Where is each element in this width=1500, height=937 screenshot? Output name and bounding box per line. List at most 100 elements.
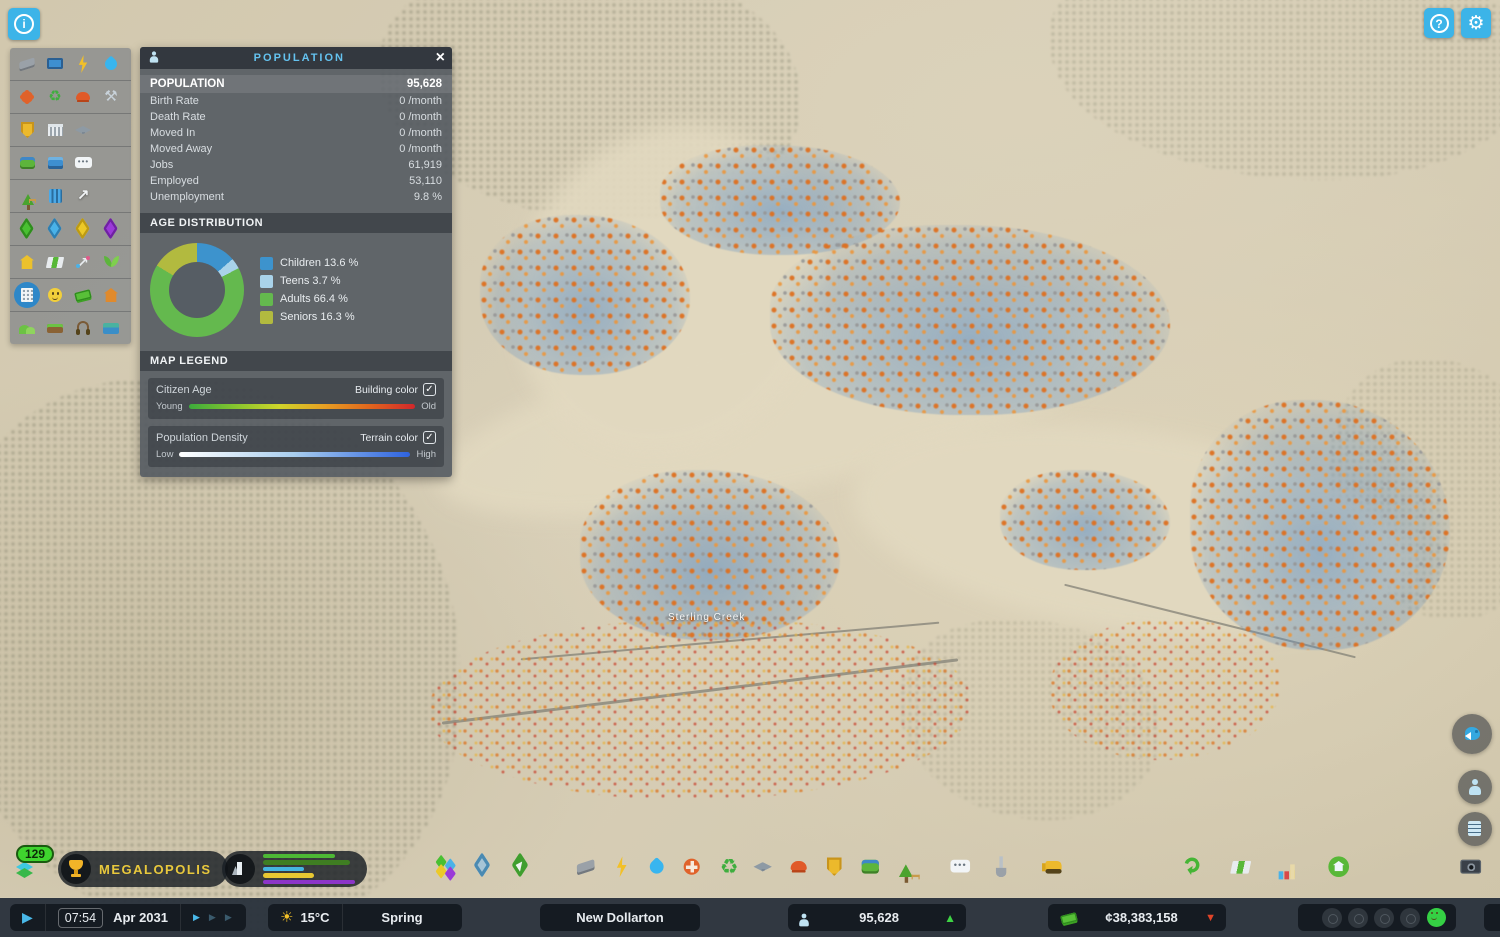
infoview-maintenance[interactable]: ⚒: [97, 85, 125, 109]
population-pill[interactable]: 95,628 ▲: [788, 904, 966, 931]
temperature-value: 15°C: [300, 910, 330, 925]
simulation-speed-button[interactable]: ▶ ▶ ▶: [179, 904, 246, 931]
chirper-button[interactable]: [1452, 714, 1492, 754]
infoview-noise[interactable]: [69, 316, 97, 340]
help-icon: ?: [1429, 13, 1449, 33]
tourism-icon: [44, 251, 66, 273]
population-density-label: Population Density: [156, 431, 248, 444]
infoview-terrain[interactable]: [13, 316, 41, 340]
toolbar-progression-button[interactable]: [1227, 853, 1259, 885]
xp-level-badge[interactable]: 129: [16, 845, 55, 863]
levels-icon: [44, 185, 66, 207]
infoview-education[interactable]: [69, 118, 97, 142]
infoview-population[interactable]: [13, 282, 41, 308]
infoview-police[interactable]: [13, 118, 41, 142]
money-icon: [72, 284, 94, 306]
infoview-residential-zone[interactable]: [13, 217, 41, 241]
shovel-icon: [989, 854, 1019, 884]
infoview-post[interactable]: [41, 151, 69, 175]
play-pause-button[interactable]: ▶: [10, 904, 45, 931]
toolbar-communications-button[interactable]: •••: [946, 853, 978, 885]
infoview-roads[interactable]: [13, 52, 41, 76]
demand-bar-dark-green: [263, 860, 351, 865]
camera-icon: [1458, 854, 1488, 884]
zoning-demand-pill[interactable]: [222, 851, 367, 887]
time-date-display: 07:54 Apr 2031: [44, 904, 180, 931]
infoview-water-pollution[interactable]: [97, 316, 125, 340]
season-value: Spring: [381, 910, 423, 925]
status-bar: ▶ 07:54 Apr 2031 ▶ ▶ ▶ ☀ 15°C Spring New D…: [0, 898, 1500, 937]
toolbar-areas-button[interactable]: [470, 852, 502, 885]
infoview-economy-chart[interactable]: [69, 250, 97, 274]
transportation-icon: [16, 152, 38, 174]
infoview-garbage[interactable]: ♻: [41, 85, 69, 109]
infoview-healthcare[interactable]: [13, 85, 41, 109]
infoview-fertility[interactable]: [41, 316, 69, 340]
infoview-money[interactable]: [69, 283, 97, 307]
toolbar-electricity-button[interactable]: [608, 853, 640, 885]
milestone-pill[interactable]: MEGALOPOLIS: [58, 851, 228, 887]
infoview-office-zone[interactable]: [97, 217, 125, 241]
settings-button[interactable]: ⚙: [1461, 8, 1491, 38]
age-distribution-legend: Children 13.6 % Teens 3.7 % Adults 66.4 …: [260, 256, 358, 324]
city-name-pill[interactable]: New Dollarton: [540, 904, 700, 931]
toolbar-photo-mode-button[interactable]: [1457, 853, 1489, 885]
toolbar-parks-button[interactable]: [891, 853, 923, 885]
money-pill[interactable]: ¢38,383,158 ▼: [1048, 904, 1226, 931]
infoview-routes[interactable]: ↗: [69, 184, 97, 208]
infoview-electronics[interactable]: [41, 52, 69, 76]
citizen-age-gradient: [188, 404, 416, 409]
infoview-fire[interactable]: [69, 85, 97, 109]
areas-icon: [471, 852, 501, 884]
building-color-checkbox[interactable]: ✓: [423, 383, 436, 396]
infoview-levels[interactable]: [41, 184, 69, 208]
infoview-land-value[interactable]: [13, 250, 41, 274]
terrain-color-checkbox[interactable]: ✓: [423, 431, 436, 444]
map-legend-header: MAP LEGEND: [140, 351, 452, 371]
toolbar-statistics-button[interactable]: [1273, 853, 1305, 885]
infoview-parks[interactable]: [13, 184, 41, 210]
transportation-icon: [857, 854, 887, 884]
toolbar-fire-button[interactable]: [785, 853, 817, 885]
infoview-landmarks[interactable]: [97, 283, 125, 307]
close-icon[interactable]: ×: [436, 50, 445, 66]
toolbar-roads-button[interactable]: [572, 853, 604, 885]
police-icon: [821, 854, 851, 884]
infoview-industrial-zone[interactable]: [69, 217, 97, 241]
electronics-icon: [44, 53, 66, 75]
infoviews-toggle-button[interactable]: i: [8, 8, 40, 40]
toolbar-education-button[interactable]: [749, 853, 781, 885]
toolbar-landscaping-button[interactable]: [508, 852, 540, 885]
infoview-telecom[interactable]: •••: [69, 151, 97, 175]
infoview-happiness[interactable]: [41, 283, 69, 307]
toolbar-map-tiles-button[interactable]: [1325, 853, 1357, 885]
electricity-icon: [609, 854, 639, 884]
infoview-resources[interactable]: [97, 250, 125, 274]
toolbar-terraforming-button[interactable]: [988, 853, 1020, 885]
population-panel-header[interactable]: POPULATION ×: [140, 47, 452, 69]
toolbar-police-button[interactable]: [820, 853, 852, 885]
journal-button[interactable]: [1458, 812, 1492, 846]
toolbar-economy-button[interactable]: [1180, 853, 1212, 885]
infoview-administration[interactable]: [41, 118, 69, 142]
infoview-electricity[interactable]: [69, 52, 97, 76]
terrain-icon: [16, 317, 38, 339]
toolbar-garbage-button[interactable]: ♻: [713, 853, 745, 885]
old-label: Old: [421, 401, 436, 412]
help-button[interactable]: ?: [1424, 8, 1454, 38]
infoview-transportation[interactable]: [13, 151, 41, 175]
citizen-lifepath-button[interactable]: [1458, 770, 1492, 804]
toolbar-zones-button[interactable]: [432, 853, 464, 885]
infoview-commercial-zone[interactable]: [41, 217, 69, 241]
maintenance-icon: ⚒: [104, 88, 118, 105]
toolbar-water-button[interactable]: [643, 853, 675, 885]
person-icon: [1464, 776, 1486, 798]
infoview-tourism[interactable]: [41, 250, 69, 274]
happiness-smiley-icon: [1426, 907, 1448, 929]
toolbar-healthcare-button[interactable]: [678, 853, 710, 885]
infoview-water[interactable]: [97, 52, 125, 76]
toolbar-bulldozer-button[interactable]: [1041, 853, 1073, 885]
money-down-arrow-icon: ▼: [1205, 911, 1216, 924]
toolbar-transportation-button[interactable]: [856, 853, 888, 885]
landmarks-icon: [100, 284, 122, 306]
